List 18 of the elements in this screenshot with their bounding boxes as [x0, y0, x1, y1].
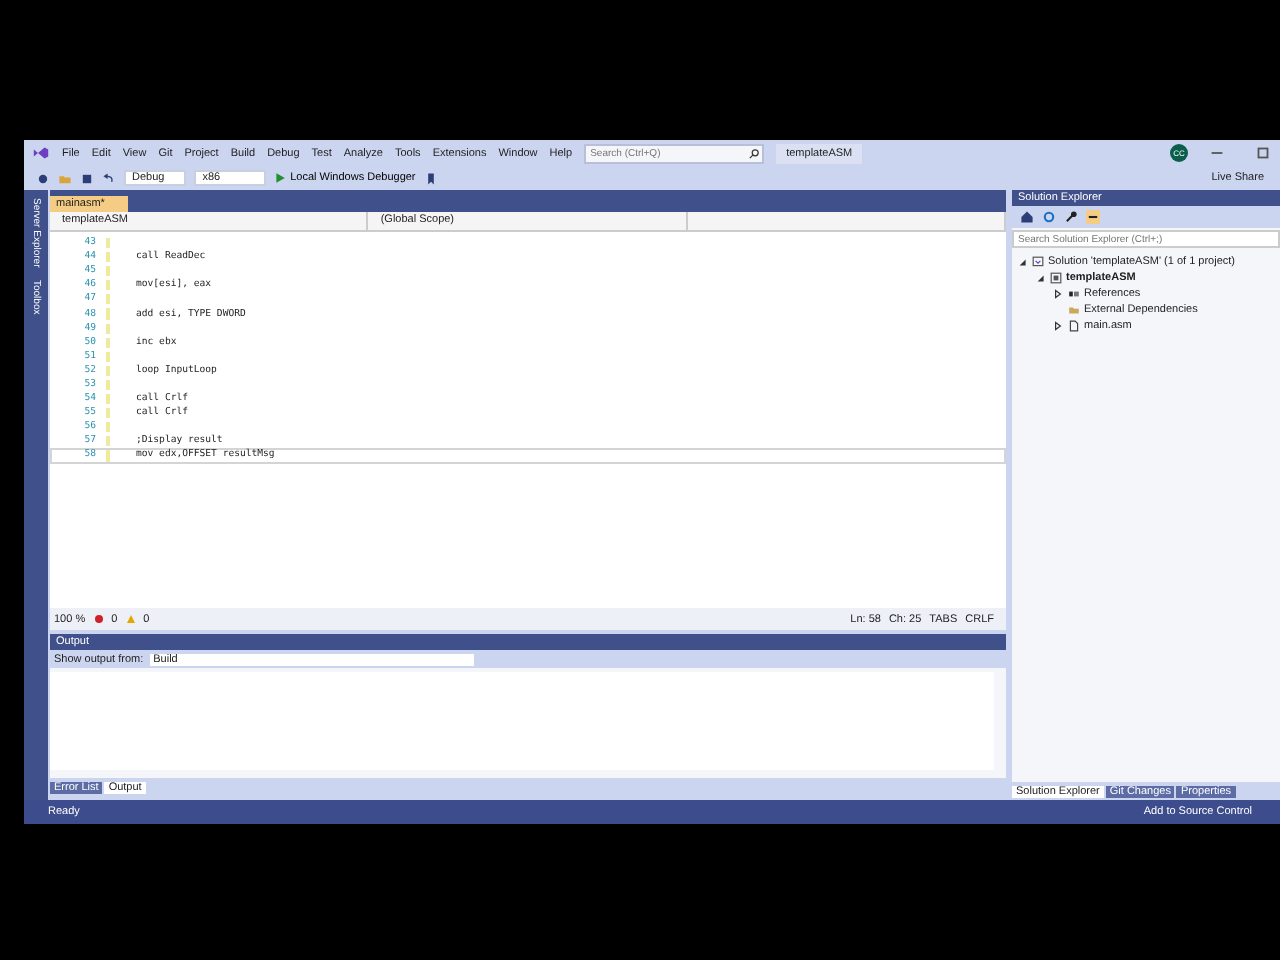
wrench-icon[interactable] — [1064, 210, 1078, 224]
maximize-icon[interactable] — [1254, 144, 1272, 162]
error-icon — [93, 614, 104, 624]
collapsed-arrow-icon[interactable] — [1052, 288, 1064, 300]
undo-icon[interactable] — [102, 171, 116, 185]
home-icon[interactable] — [1020, 210, 1034, 224]
play-icon — [274, 172, 287, 184]
infinity-logo-icon — [32, 144, 50, 162]
file-icon — [1068, 320, 1080, 332]
bookmark-icon[interactable] — [423, 171, 438, 185]
project-icon — [1050, 272, 1062, 284]
folder-icon — [1068, 304, 1080, 316]
save-icon[interactable] — [80, 171, 94, 185]
collapsed-arrow-icon[interactable] — [1052, 320, 1064, 332]
solution-icon — [1032, 256, 1044, 268]
search-icon — [748, 147, 761, 159]
references-icon — [1068, 288, 1080, 300]
warning-icon — [125, 614, 136, 624]
